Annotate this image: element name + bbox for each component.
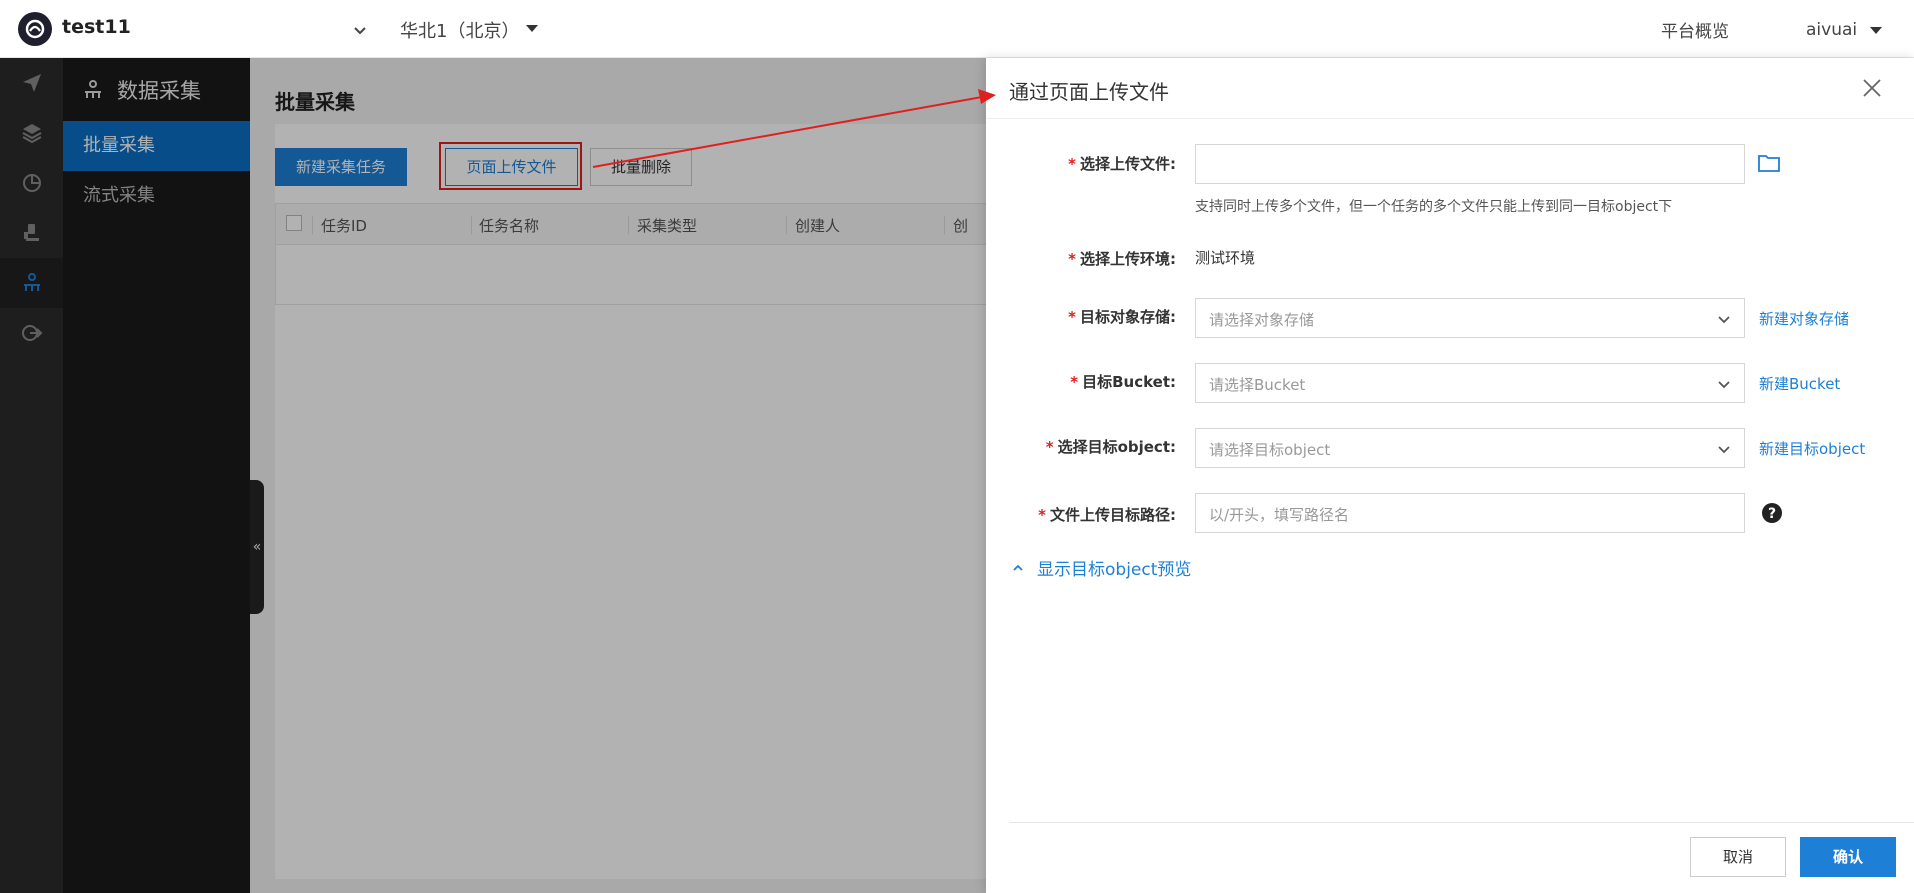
confirm-button[interactable]: 确认 <box>1800 837 1896 877</box>
drawer-footer-divider <box>1009 822 1914 823</box>
env-value: 测试环境 <box>1195 249 1256 267</box>
new-bucket-link[interactable]: 新建Bucket <box>1759 373 1840 394</box>
help-icon[interactable]: ? <box>1761 502 1783 524</box>
svg-text:?: ? <box>1768 506 1776 522</box>
storage-placeholder: 请选择对象存储 <box>1209 311 1315 329</box>
storage-select[interactable]: 请选择对象存储 <box>1195 298 1745 338</box>
preview-toggle-label: 显示目标object预览 <box>1037 560 1192 580</box>
platform-overview-link[interactable]: 平台概览 <box>1661 17 1729 42</box>
region-selector[interactable]: 华北1（北京） <box>400 17 519 43</box>
close-icon[interactable] <box>1860 76 1884 100</box>
chevron-down-icon <box>1718 381 1730 389</box>
chevron-down-icon <box>1718 316 1730 324</box>
logo-icon[interactable] <box>18 12 52 46</box>
cancel-button[interactable]: 取消 <box>1690 837 1786 877</box>
caret-down-icon[interactable] <box>526 25 538 32</box>
storage-label: * 目标对象存储: <box>1068 308 1176 326</box>
bucket-select[interactable]: 请选择Bucket <box>1195 363 1745 403</box>
object-select[interactable]: 请选择目标object <box>1195 428 1745 468</box>
app-title: test11 <box>62 16 131 38</box>
new-object-link[interactable]: 新建目标object <box>1759 438 1865 459</box>
object-placeholder: 请选择目标object <box>1209 441 1331 459</box>
path-input[interactable]: 以/开头，填写路径名 <box>1195 493 1745 533</box>
modal-overlay[interactable] <box>0 58 986 893</box>
drawer-header-divider <box>986 118 1914 119</box>
drawer-title: 通过页面上传文件 <box>1009 80 1169 104</box>
object-label: * 选择目标object: <box>1045 438 1176 456</box>
chevron-down-icon[interactable] <box>350 20 370 40</box>
folder-icon[interactable] <box>1757 152 1781 174</box>
upload-drawer: 通过页面上传文件 * 选择上传文件: 支持同时上传多个文件，但一个任务的多个文件只… <box>986 58 1914 893</box>
chevron-up-icon <box>1013 564 1023 571</box>
select-file-help-text: 支持同时上传多个文件，但一个任务的多个文件只能上传到同一目标object下 <box>1195 199 1673 215</box>
select-file-input[interactable] <box>1195 144 1745 184</box>
bucket-placeholder: 请选择Bucket <box>1209 376 1306 394</box>
caret-down-icon[interactable] <box>1870 27 1882 34</box>
path-placeholder: 以/开头，填写路径名 <box>1209 506 1350 524</box>
env-label: * 选择上传环境: <box>1068 250 1176 268</box>
preview-toggle[interactable]: 显示目标object预览 <box>1011 555 1191 580</box>
user-menu[interactable]: aivuai <box>1806 20 1857 40</box>
select-file-label: * 选择上传文件: <box>1068 155 1176 173</box>
sidebar-collapse-handle[interactable]: « <box>250 480 264 614</box>
chevron-down-icon <box>1718 446 1730 454</box>
bucket-label: * 目标Bucket: <box>1070 373 1176 391</box>
top-header: test11 华北1（北京） 平台概览 aivuai <box>0 0 1914 58</box>
path-label: * 文件上传目标路径: <box>1038 506 1176 524</box>
double-chevron-left-icon: « <box>252 539 262 555</box>
new-storage-link[interactable]: 新建对象存储 <box>1759 308 1849 329</box>
